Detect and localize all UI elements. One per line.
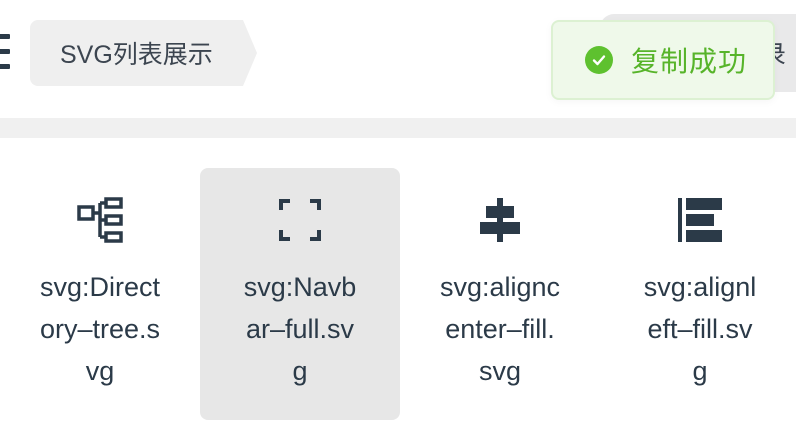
breadcrumb-tab-svg-list[interactable]: SVG列表展示: [30, 20, 257, 86]
app-page: SVG列表展示 录 复制成功: [0, 0, 796, 440]
svg-item-alignleft-fill[interactable]: svg:alignl eft–fill.sv g: [600, 168, 796, 420]
svg-item-label: svg:alignc enter–fill. svg: [439, 272, 561, 386]
svg-item-label: svg:Navb ar–full.sv g: [243, 272, 357, 386]
navbar-full-icon: [200, 196, 400, 244]
svg-item-directory-tree[interactable]: svg:Direct ory–tree.s vg: [0, 168, 200, 420]
alignleft-fill-icon: [600, 196, 796, 244]
check-circle-icon: [585, 46, 613, 74]
toast-message: 复制成功: [631, 46, 748, 77]
breadcrumb-label: SVG列表展示: [60, 41, 213, 69]
header-divider: [0, 118, 796, 138]
svg-item-label: svg:alignl eft–fill.sv g: [643, 272, 757, 386]
svg-icon-grid: svg:Direct ory–tree.s vg svg:Navb ar–ful…: [0, 138, 796, 440]
top-bar: SVG列表展示 录 复制成功: [0, 0, 796, 118]
menu-icon[interactable]: [0, 34, 12, 72]
svg-item-label: svg:Direct ory–tree.s vg: [39, 272, 161, 386]
copy-success-toast: 复制成功: [551, 20, 775, 100]
directory-tree-icon: [0, 196, 200, 244]
svg-item-navbar-full[interactable]: svg:Navb ar–full.sv g: [200, 168, 400, 420]
svg-item-aligncenter-fill[interactable]: svg:alignc enter–fill. svg: [400, 168, 600, 420]
aligncenter-fill-icon: [400, 196, 600, 244]
